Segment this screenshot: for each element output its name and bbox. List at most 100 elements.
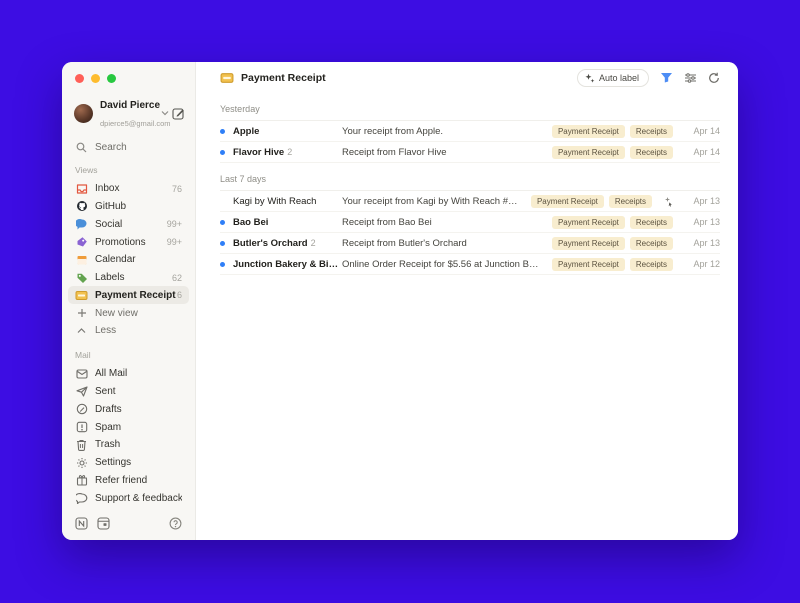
support-feedback-button[interactable]: Support & feedback <box>68 489 189 507</box>
email-date: Apr 14 <box>673 147 720 157</box>
sidebar-item-social[interactable]: Social 99+ <box>68 215 189 233</box>
unread-count: 6 <box>177 290 182 300</box>
label-chip[interactable]: Payment Receipt <box>552 125 625 138</box>
settings-label: Settings <box>95 457 182 468</box>
sidebar-item-label: Payment Receipt <box>95 290 177 301</box>
email-date: Apr 13 <box>673 217 720 227</box>
gift-icon <box>75 474 88 486</box>
mail-section-label: Mail <box>62 350 195 360</box>
support-feedback-label: Support & feedback <box>95 493 182 504</box>
email-row[interactable]: Kagi by With Reach Your receipt from Kag… <box>220 191 720 212</box>
sidebar-item-label: All Mail <box>95 368 182 379</box>
label-chip[interactable]: Receipts <box>609 195 652 208</box>
help-button[interactable] <box>169 517 182 530</box>
display-options-button[interactable] <box>684 73 697 83</box>
sidebar-item-label: GitHub <box>95 201 182 212</box>
email-list: Yesterday Apple Your receipt from Apple.… <box>196 93 738 540</box>
refresh-button[interactable] <box>708 72 720 84</box>
sidebar-item-sent[interactable]: Sent <box>68 383 189 401</box>
label-chip[interactable]: Receipts <box>630 146 673 159</box>
label-chip[interactable]: Payment Receipt <box>531 195 604 208</box>
email-row[interactable]: Bao Bei Receipt from Bao Bei Payment Rec… <box>220 212 720 233</box>
email-date: Apr 13 <box>673 238 720 248</box>
email-row[interactable]: Butler's Orchard2 Receipt from Butler's … <box>220 233 720 254</box>
inbox-icon <box>75 183 88 195</box>
refer-friend-button[interactable]: Refer friend <box>68 472 189 490</box>
profile-name: David Pierce <box>100 100 160 111</box>
view-title: Payment Receipt <box>241 72 326 84</box>
cursor-sparkle-icon <box>662 196 673 207</box>
promotions-icon <box>75 236 88 248</box>
sidebar-item-label: Promotions <box>95 237 167 248</box>
sidebar-item-calendar[interactable]: Calendar <box>68 251 189 269</box>
labels-icon <box>75 272 88 284</box>
sender: Bao Bei <box>233 217 342 228</box>
thread-count: 2 <box>287 147 292 157</box>
read-dot-placeholder <box>220 199 225 204</box>
settings-icon <box>75 457 88 469</box>
sidebar-item-promotions[interactable]: Promotions 99+ <box>68 233 189 251</box>
sidebar-item-trash[interactable]: Trash <box>68 436 189 454</box>
sidebar-item-github[interactable]: GitHub <box>68 198 189 216</box>
sender: Apple <box>233 126 342 137</box>
filter-button[interactable] <box>660 72 673 83</box>
drafts-icon <box>75 403 88 415</box>
email-row[interactable]: Flavor Hive2 Receipt from Flavor Hive Pa… <box>220 142 720 163</box>
sidebar-item-label: Trash <box>95 439 182 450</box>
unread-dot <box>220 150 225 155</box>
subject: Online Order Receipt for $5.56 at Juncti… <box>342 259 552 270</box>
sidebar: David Pierce dpierce5@gmail.com Search V… <box>62 62 196 540</box>
sidebar-item-labels[interactable]: Labels 62 <box>68 269 189 287</box>
calendar-app-icon[interactable] <box>97 517 110 530</box>
subject: Receipt from Butler's Orchard <box>342 238 552 249</box>
new-view-button[interactable]: New view <box>68 304 189 322</box>
window-controls <box>62 72 195 93</box>
label-chip[interactable]: Payment Receipt <box>552 146 625 159</box>
sidebar-item-inbox[interactable]: Inbox 76 <box>68 180 189 198</box>
auto-label-button[interactable]: Auto label <box>577 69 649 87</box>
zoom-window-button[interactable] <box>107 74 116 83</box>
label-chip[interactable]: Payment Receipt <box>552 237 625 250</box>
unread-dot <box>220 220 225 225</box>
search-button[interactable]: Search <box>68 139 189 157</box>
label-chip[interactable]: Receipts <box>630 237 673 250</box>
label-chip[interactable]: Payment Receipt <box>552 216 625 229</box>
label-chip[interactable]: Receipts <box>630 258 673 271</box>
account-switcher[interactable]: David Pierce dpierce5@gmail.com <box>62 93 195 139</box>
subject: Receipt from Flavor Hive <box>342 147 552 158</box>
search-label: Search <box>95 142 182 153</box>
github-icon <box>75 200 88 212</box>
sidebar-item-label: Spam <box>95 422 182 433</box>
email-row[interactable]: Apple Your receipt from Apple. Payment R… <box>220 121 720 142</box>
unread-count: 99+ <box>167 237 182 247</box>
label-chip[interactable]: Payment Receipt <box>552 258 625 271</box>
sidebar-item-spam[interactable]: Spam <box>68 418 189 436</box>
email-row[interactable]: Junction Bakery & Bistro ... Online Orde… <box>220 254 720 275</box>
minimize-window-button[interactable] <box>91 74 100 83</box>
section-heading: Yesterday <box>220 93 720 121</box>
sidebar-item-label: Social <box>95 219 167 230</box>
payment-card-icon <box>220 72 234 84</box>
thread-count: 2 <box>311 238 316 248</box>
sidebar-item-payment-receipt[interactable]: Payment Receipt 6 <box>68 286 189 304</box>
refer-friend-label: Refer friend <box>95 475 182 486</box>
settings-button[interactable]: Settings <box>68 454 189 472</box>
new-view-label: New view <box>95 308 182 319</box>
views-section-label: Views <box>62 165 195 175</box>
mail-app-window: David Pierce dpierce5@gmail.com Search V… <box>62 62 738 540</box>
sparkle-icon <box>585 73 595 83</box>
label-chip[interactable]: Receipts <box>630 216 673 229</box>
payment-card-icon <box>75 290 88 301</box>
email-date: Apr 12 <box>673 259 720 269</box>
sidebar-item-drafts[interactable]: Drafts <box>68 400 189 418</box>
close-window-button[interactable] <box>75 74 84 83</box>
sidebar-item-all-mail[interactable]: All Mail <box>68 365 189 383</box>
less-button[interactable]: Less <box>68 322 189 340</box>
sidebar-item-label: Calendar <box>95 254 182 265</box>
label-chip[interactable]: Receipts <box>630 125 673 138</box>
social-icon <box>75 218 88 230</box>
compose-button[interactable] <box>172 107 185 120</box>
notion-app-icon[interactable] <box>75 517 88 530</box>
sidebar-item-label: Sent <box>95 386 182 397</box>
unread-count: 99+ <box>167 219 182 229</box>
